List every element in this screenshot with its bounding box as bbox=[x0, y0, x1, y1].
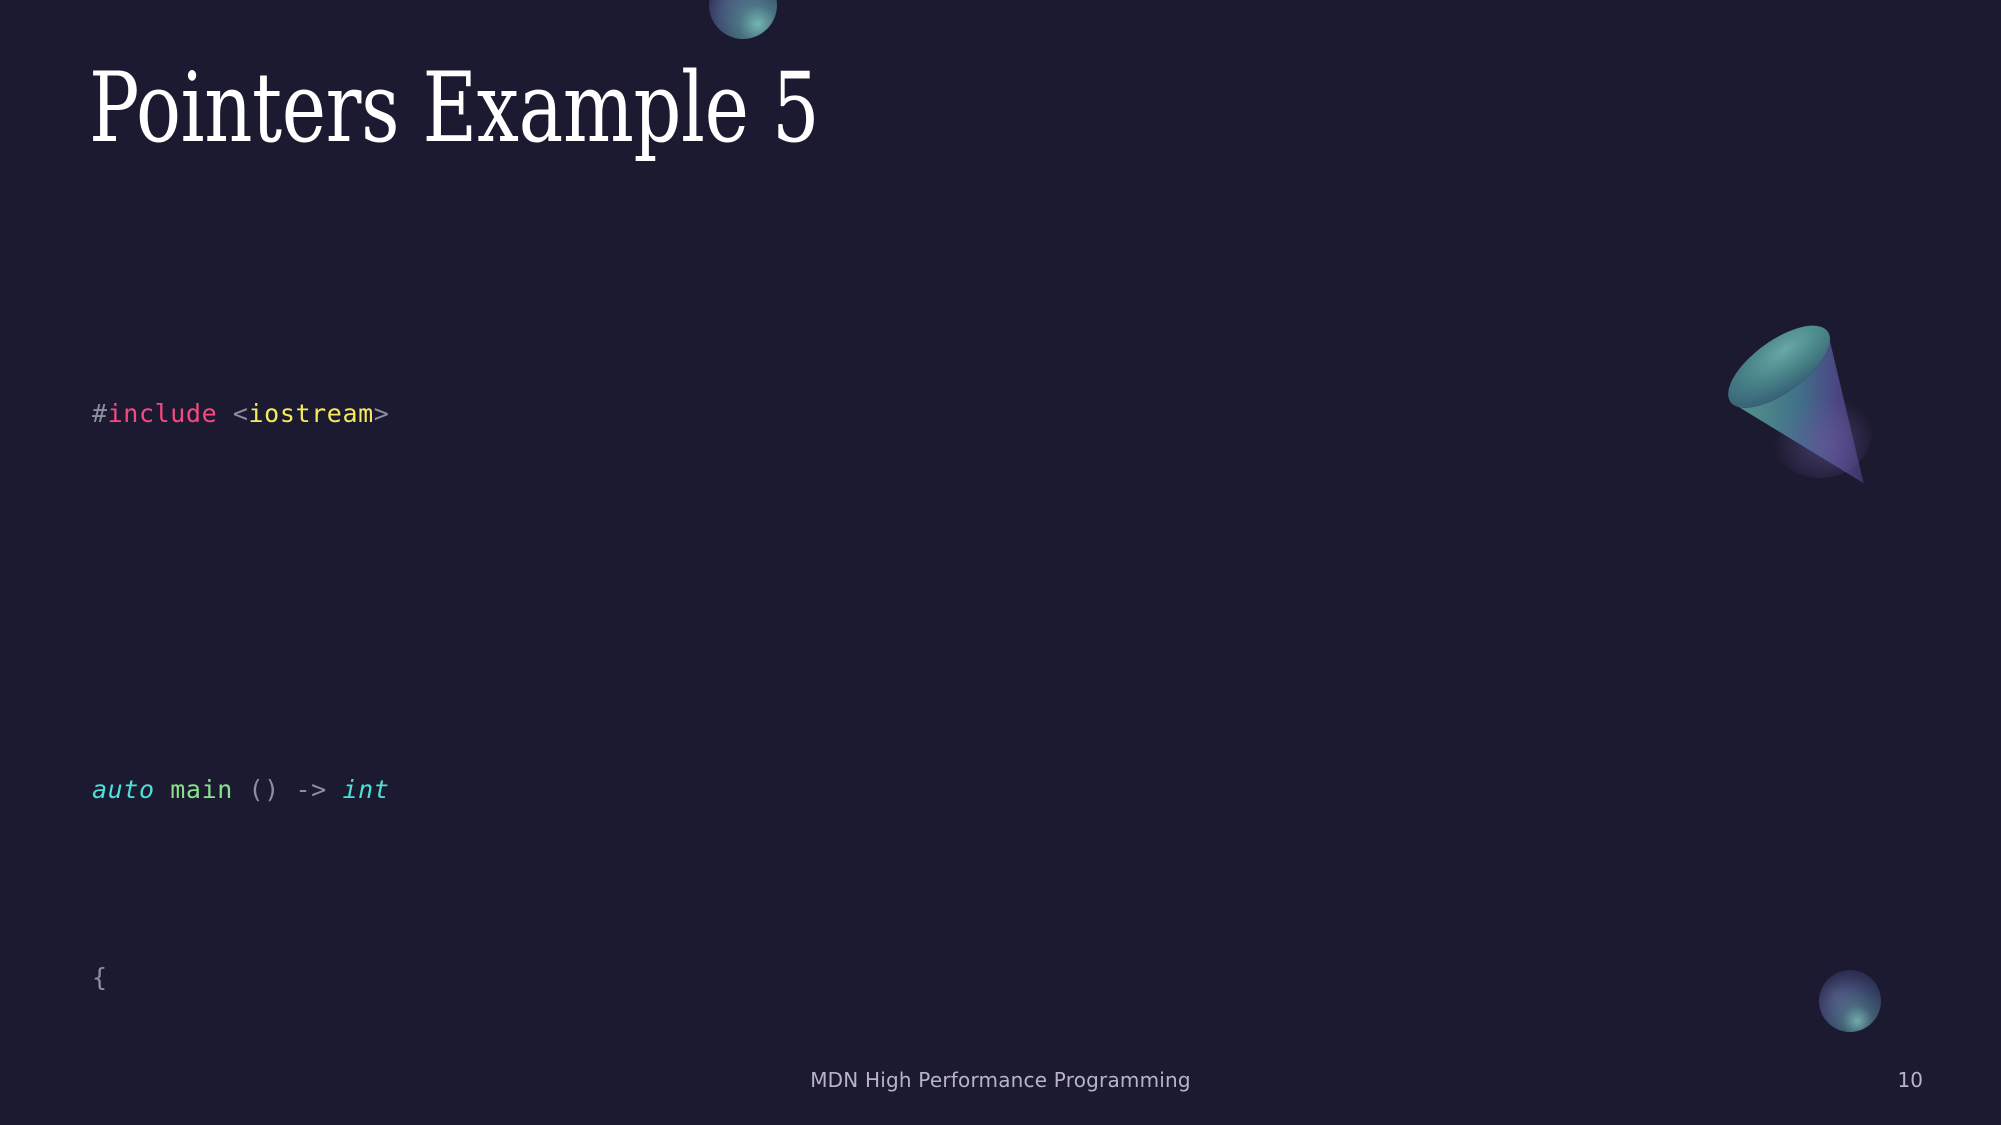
code-token-angle-open: < bbox=[217, 399, 249, 428]
slide: Pointers Example 5 #include <iostream> a… bbox=[0, 0, 2001, 1125]
code-token-hash: # bbox=[92, 399, 108, 428]
code-token-auto: auto bbox=[92, 775, 155, 804]
code-line-4: { bbox=[92, 954, 1532, 1001]
code-token-int-return: int bbox=[342, 775, 390, 804]
code-token-open-brace: { bbox=[92, 963, 108, 992]
code-block: #include <iostream> auto main () -> int … bbox=[92, 296, 1532, 1125]
code-token-main: main bbox=[170, 775, 233, 804]
code-line-1: #include <iostream> bbox=[92, 390, 1532, 437]
sphere-icon-top bbox=[709, 0, 777, 39]
cone-icon-right bbox=[1712, 312, 1912, 512]
footer-title: MDN High Performance Programming bbox=[810, 1068, 1191, 1092]
code-token-header: iostream bbox=[248, 399, 374, 428]
page-number: 10 bbox=[1897, 1068, 1923, 1092]
code-line-3: auto main () -> int bbox=[92, 766, 1532, 813]
page-title: Pointers Example 5 bbox=[89, 52, 820, 164]
code-token-angle-close: > bbox=[373, 399, 390, 428]
code-token-parens-arrow: () -> bbox=[232, 775, 343, 804]
sphere-icon-bottom-right bbox=[1819, 970, 1881, 1032]
code-token-include: include bbox=[107, 399, 218, 428]
